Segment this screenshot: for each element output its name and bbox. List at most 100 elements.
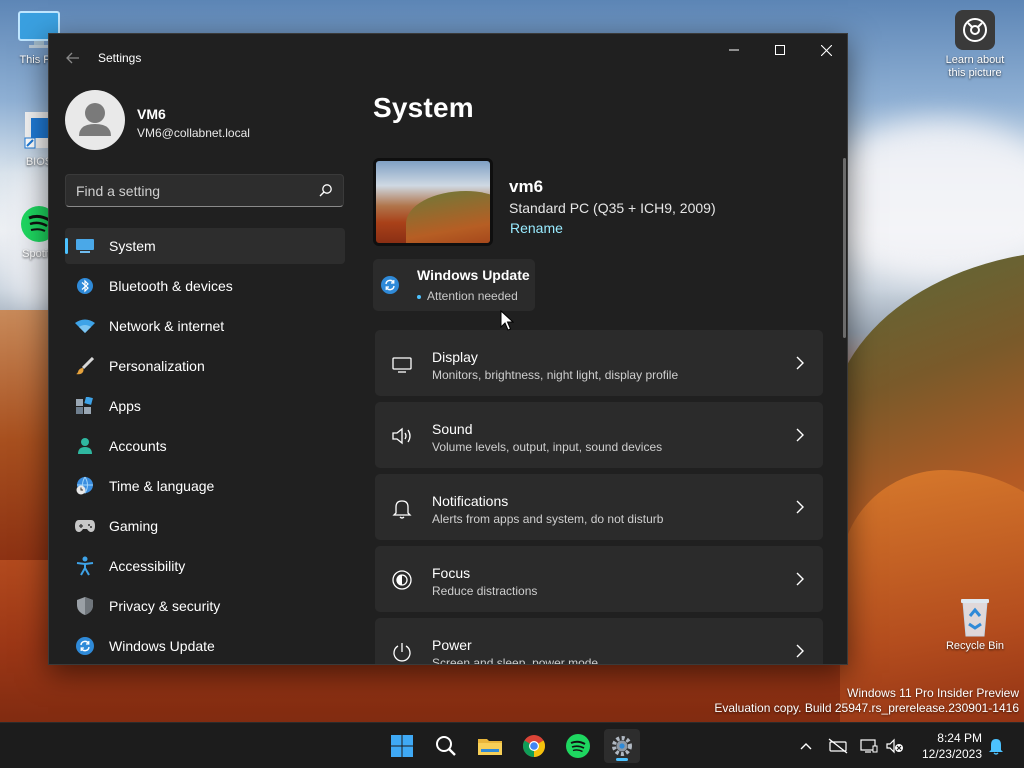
user-avatar-icon — [79, 103, 111, 136]
chevron-right-icon — [796, 428, 804, 442]
camera-icon — [955, 10, 995, 50]
windows-update-status: Attention needed — [417, 289, 518, 303]
maximize-icon — [775, 45, 785, 55]
sidebar-item-apps[interactable]: Apps — [65, 388, 345, 424]
sidebar-item-label: Accessibility — [109, 558, 186, 574]
taskbar-chrome[interactable] — [516, 729, 552, 763]
network-disconnected-icon — [828, 738, 848, 754]
sidebar-item-time-language[interactable]: Time & language — [65, 468, 345, 504]
watermark-line-2: Evaluation copy. Build 25947.rs_prerelea… — [714, 701, 1019, 715]
minimize-button[interactable] — [711, 34, 757, 66]
sidebar-item-bluetooth[interactable]: Bluetooth & devices — [65, 268, 345, 304]
card-notifications[interactable]: Notifications Alerts from apps and syste… — [375, 474, 823, 540]
tray-volume-muted[interactable] — [884, 723, 906, 768]
maximize-button[interactable] — [757, 34, 803, 66]
search-icon — [436, 736, 456, 756]
card-display[interactable]: Display Monitors, brightness, night ligh… — [375, 330, 823, 396]
chevron-right-icon — [796, 644, 804, 658]
notification-center-button[interactable] — [986, 723, 1006, 768]
close-button[interactable] — [803, 34, 847, 66]
system-icon — [75, 236, 95, 256]
arrow-left-icon — [66, 52, 79, 64]
brush-icon — [75, 356, 95, 376]
chrome-icon — [523, 735, 545, 757]
sidebar-item-label: Windows Update — [109, 638, 215, 654]
sidebar-item-system[interactable]: System — [65, 228, 345, 264]
apps-icon — [75, 396, 95, 416]
card-subtitle: Screen and sleep, power mode — [432, 656, 599, 665]
search-icon[interactable] — [319, 183, 333, 197]
taskbar-settings[interactable] — [604, 729, 640, 763]
globe-clock-icon — [75, 476, 95, 496]
search-box[interactable] — [65, 174, 344, 207]
status-dot-icon — [417, 294, 421, 299]
sidebar-item-label: Network & internet — [109, 318, 225, 334]
card-title: Notifications — [432, 493, 509, 509]
update-icon — [381, 276, 399, 294]
sidebar-item-label: Apps — [109, 398, 141, 414]
device-wallpaper-thumbnail[interactable] — [373, 158, 493, 246]
clock-time: 8:24 PM — [937, 731, 982, 745]
card-title: Display — [432, 349, 478, 365]
desktop-icon-learn-about-picture[interactable]: Learn about this picture — [938, 10, 1012, 80]
window-title: Settings — [98, 51, 142, 65]
start-icon — [391, 735, 413, 757]
card-title: Focus — [432, 565, 471, 581]
page-title: System — [373, 92, 474, 123]
tray-overflow-button[interactable] — [796, 723, 816, 768]
accounts-icon — [75, 436, 95, 456]
card-focus[interactable]: Focus Reduce distractions — [375, 546, 823, 612]
settings-icon — [612, 736, 632, 756]
sidebar-item-label: Privacy & security — [109, 598, 221, 614]
windows-update-card[interactable]: Windows Update Attention needed — [373, 259, 535, 311]
active-app-indicator — [616, 758, 628, 761]
mouse-cursor-icon — [500, 310, 514, 331]
taskbar-search-button[interactable] — [428, 729, 464, 763]
update-icon — [75, 636, 95, 656]
bluetooth-icon — [75, 276, 95, 296]
tray-display-icon[interactable] — [858, 723, 880, 768]
settings-card-list: Display Monitors, brightness, night ligh… — [375, 330, 823, 665]
sidebar-item-accessibility[interactable]: Accessibility — [65, 548, 345, 584]
card-subtitle: Alerts from apps and system, do not dist… — [432, 512, 664, 526]
avatar[interactable] — [65, 90, 125, 150]
sidebar-item-network[interactable]: Network & internet — [65, 308, 345, 344]
rename-link[interactable]: Rename — [510, 220, 563, 236]
sidebar-item-personalization[interactable]: Personalization — [65, 348, 345, 384]
chevron-right-icon — [796, 572, 804, 586]
scrollbar[interactable] — [843, 158, 846, 338]
taskbar-clock[interactable]: 8:24 PM 12/23/2023 — [922, 730, 982, 762]
card-subtitle: Monitors, brightness, night light, displ… — [432, 368, 679, 382]
title-bar[interactable]: Settings — [49, 34, 847, 82]
sidebar-item-label: Bluetooth & devices — [109, 278, 233, 294]
sidebar-item-label: Time & language — [109, 478, 215, 494]
search-input[interactable] — [66, 175, 306, 206]
settings-window: Settings VM6 VM6@collabnet.local System … — [48, 33, 848, 665]
display-icon — [392, 357, 412, 373]
desktop-icon-recycle-bin[interactable]: Recycle Bin — [938, 596, 1012, 653]
back-button[interactable] — [63, 48, 83, 68]
sidebar-item-privacy-security[interactable]: Privacy & security — [65, 588, 345, 624]
sidebar-item-gaming[interactable]: Gaming — [65, 508, 345, 544]
card-subtitle: Volume levels, output, input, sound devi… — [432, 440, 663, 454]
windows-watermark: Windows 11 Pro Insider Preview Evaluatio… — [714, 686, 1019, 716]
close-icon — [820, 44, 832, 56]
card-sound[interactable]: Sound Volume levels, output, input, soun… — [375, 402, 823, 468]
sidebar-item-label: System — [109, 238, 156, 254]
wifi-icon — [75, 316, 95, 336]
minimize-icon — [729, 49, 739, 51]
taskbar-spotify[interactable] — [560, 729, 596, 763]
start-button[interactable] — [384, 729, 420, 763]
sidebar-item-accounts[interactable]: Accounts — [65, 428, 345, 464]
sidebar-nav: System Bluetooth & devices Network & int… — [65, 228, 345, 664]
sidebar-item-windows-update[interactable]: Windows Update — [65, 628, 345, 664]
thumbnail-hill — [406, 191, 490, 243]
taskbar-file-explorer[interactable] — [472, 729, 508, 763]
tray-network-status[interactable] — [826, 723, 850, 768]
card-power[interactable]: Power Screen and sleep, power mode — [375, 618, 823, 665]
chevron-right-icon — [796, 500, 804, 514]
accessibility-icon — [75, 556, 95, 576]
desktop-icon-label: Learn about this picture — [945, 54, 1005, 79]
bell-icon — [989, 739, 1003, 755]
spotify-icon — [566, 734, 590, 758]
